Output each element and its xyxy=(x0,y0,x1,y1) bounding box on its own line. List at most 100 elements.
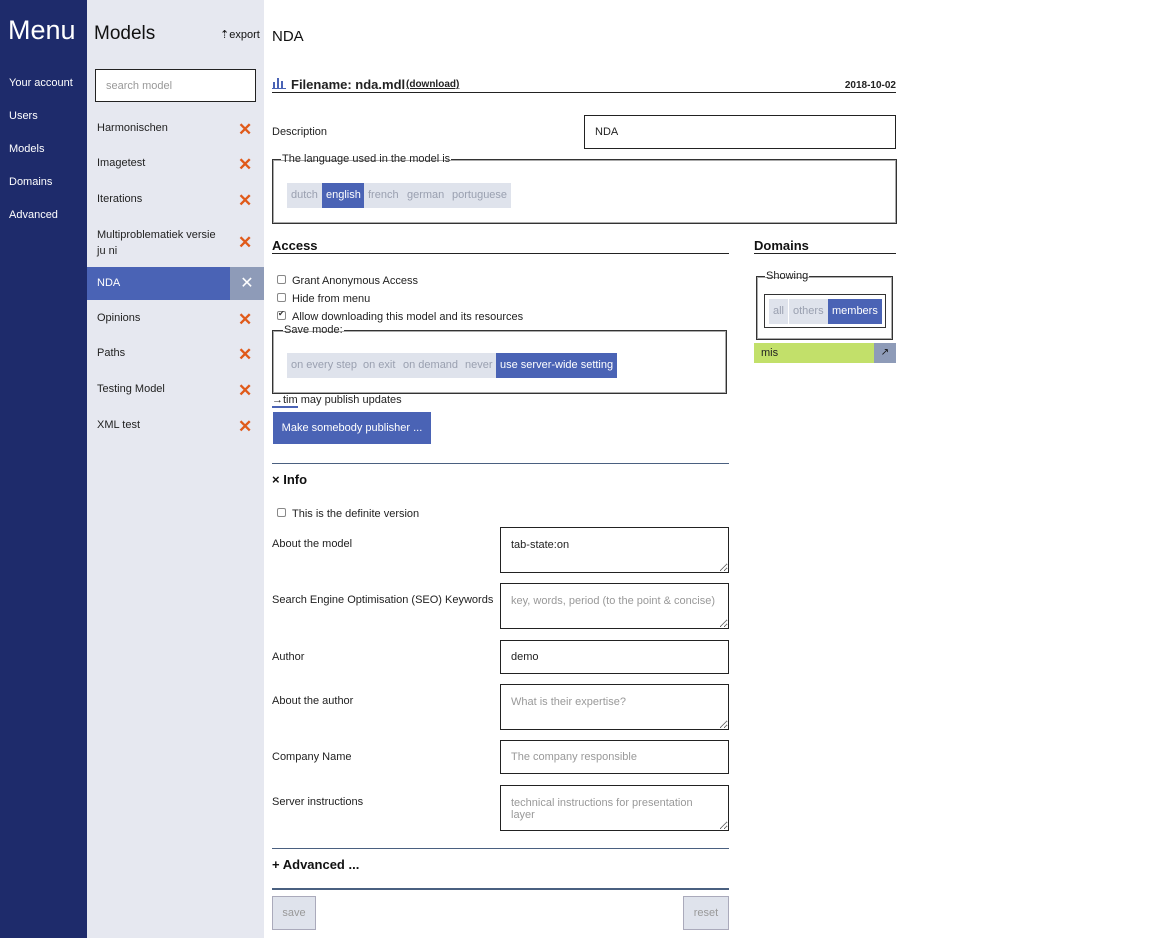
publisher-line: →tim may publish updates xyxy=(272,394,402,408)
anonymous-access-label: Grant Anonymous Access xyxy=(292,275,418,287)
seo-keywords-label: Search Engine Optimisation (SEO) Keyword… xyxy=(272,594,494,606)
access-rule xyxy=(272,253,729,254)
hide-from-menu-checkbox[interactable] xyxy=(277,293,286,302)
model-label: Testing Model xyxy=(97,383,165,395)
menu-item-advanced[interactable]: Advanced xyxy=(9,209,58,221)
advanced-heading: Advanced ... xyxy=(282,857,360,872)
menu-item-models[interactable]: Models xyxy=(9,143,44,155)
model-label: Multiproblematiek versie ju ni xyxy=(97,229,216,257)
domains-showing-legend: Showing xyxy=(766,270,809,282)
hide-from-menu-label: Hide from menu xyxy=(292,293,371,305)
download-link[interactable]: (download) xyxy=(406,79,459,90)
model-label: Harmonischen xyxy=(97,122,168,134)
save-mode-server-wide[interactable]: use server-wide setting xyxy=(496,353,618,378)
export-label: export xyxy=(229,29,260,41)
anonymous-access-checkbox[interactable] xyxy=(277,275,286,284)
menu-item-your-account[interactable]: Your account xyxy=(9,77,73,89)
model-list-item[interactable]: Imagetest ✕ xyxy=(87,155,264,175)
model-label: NDA xyxy=(97,277,121,289)
definite-version-checkbox[interactable] xyxy=(277,508,286,517)
publisher-user-link[interactable]: →tim xyxy=(272,394,298,408)
model-date: 2018-10-02 xyxy=(844,80,896,91)
model-label: XML test xyxy=(97,419,140,431)
author-input[interactable] xyxy=(500,640,729,674)
delete-model-icon[interactable]: ✕ xyxy=(238,234,252,251)
save-mode-never[interactable]: never xyxy=(461,353,497,378)
about-model-label: About the model xyxy=(272,538,353,550)
main-menu: Menu Your account Users Models Domains A… xyxy=(0,0,87,938)
company-name-label: Company Name xyxy=(272,751,352,763)
company-name-input[interactable] xyxy=(500,740,729,774)
model-label: Imagetest xyxy=(97,157,146,169)
language-option-french[interactable]: french xyxy=(364,183,403,208)
delete-model-icon[interactable]: ✕ xyxy=(238,346,252,363)
delete-model-icon[interactable]: ✕ xyxy=(238,311,252,328)
language-legend: The language used in the model is xyxy=(282,153,451,165)
delete-model-icon[interactable]: ✕ xyxy=(238,192,252,209)
model-list-item[interactable]: Paths ✕ xyxy=(87,345,264,365)
make-publisher-button[interactable]: Make somebody publisher ... xyxy=(273,412,431,444)
page-title: NDA xyxy=(272,28,304,45)
server-instructions-textarea[interactable] xyxy=(500,785,729,831)
info-heading: Info xyxy=(283,472,308,487)
footer-rule xyxy=(272,888,729,890)
menu-item-domains[interactable]: Domains xyxy=(9,176,52,188)
delete-model-icon[interactable]: ✕ xyxy=(238,121,252,138)
bar-chart-icon xyxy=(272,78,286,89)
models-panel: Models ⇡export Harmonischen ✕ Imagetest … xyxy=(87,0,264,938)
filename: Filename: nda.mdl xyxy=(291,77,406,92)
definite-version-label: This is the definite version xyxy=(292,508,420,520)
expand-icon: + xyxy=(272,857,280,872)
menu-item-users[interactable]: Users xyxy=(9,110,38,122)
model-list-item[interactable]: Multiproblematiek versie ju ni ✕ xyxy=(87,227,264,261)
language-option-portuguese[interactable]: portuguese xyxy=(448,183,512,208)
collapse-icon: × xyxy=(272,472,280,487)
delete-model-icon[interactable]: ✕ xyxy=(230,267,264,300)
about-author-label: About the author xyxy=(272,695,354,707)
domains-rule xyxy=(754,253,896,254)
model-list-item[interactable]: Testing Model ✕ xyxy=(87,381,264,401)
save-mode-on-every-step[interactable]: on every step xyxy=(287,353,362,378)
about-model-textarea[interactable]: tab-state:on xyxy=(500,527,729,573)
reset-button[interactable]: reset xyxy=(683,896,729,930)
save-mode-on-demand[interactable]: on demand xyxy=(399,353,463,378)
info-rule xyxy=(272,463,729,464)
about-author-textarea[interactable] xyxy=(500,684,729,730)
domain-filter-all[interactable]: all xyxy=(769,299,789,324)
delete-model-icon[interactable]: ✕ xyxy=(238,418,252,435)
language-option-dutch[interactable]: dutch xyxy=(287,183,322,208)
open-domain-icon[interactable]: ↗ xyxy=(874,343,896,363)
model-label: Opinions xyxy=(97,312,141,324)
domain-filter-members[interactable]: members xyxy=(828,299,882,324)
advanced-toggle[interactable]: + Advanced ... xyxy=(272,857,359,872)
export-link[interactable]: ⇡export xyxy=(220,28,260,41)
seo-keywords-textarea[interactable] xyxy=(500,583,729,629)
language-option-english[interactable]: english xyxy=(322,183,365,208)
save-button[interactable]: save xyxy=(272,896,316,930)
info-toggle[interactable]: × Info xyxy=(272,472,307,487)
model-list-item[interactable]: XML test ✕ xyxy=(87,417,264,437)
language-option-german[interactable]: german xyxy=(403,183,449,208)
model-list-item[interactable]: Iterations ✕ xyxy=(87,191,264,211)
description-label: Description xyxy=(272,126,328,138)
search-model-input[interactable] xyxy=(95,69,256,102)
model-list-item-active[interactable]: NDA ✕ xyxy=(87,267,264,300)
advanced-rule xyxy=(272,848,729,849)
domain-entry[interactable]: mis xyxy=(754,343,874,363)
author-label: Author xyxy=(272,651,305,663)
save-mode-legend: Save mode: xyxy=(284,324,343,336)
delete-model-icon[interactable]: ✕ xyxy=(238,156,252,173)
delete-model-icon[interactable]: ✕ xyxy=(238,382,252,399)
menu-title: Menu xyxy=(8,15,76,45)
model-label: Iterations xyxy=(97,193,143,205)
publisher-text: may publish updates xyxy=(300,394,402,406)
domains-heading: Domains xyxy=(754,238,809,253)
model-list-item[interactable]: Opinions ✕ xyxy=(87,310,264,330)
allow-download-label: Allow downloading this model and its res… xyxy=(292,311,524,323)
allow-download-checkbox[interactable] xyxy=(277,309,286,320)
file-header: Filename: nda.mdl (download) 2018-10-02 xyxy=(272,76,896,93)
description-input[interactable] xyxy=(584,115,896,149)
save-mode-on-exit[interactable]: on exit xyxy=(359,353,400,378)
domain-filter-others[interactable]: others xyxy=(789,299,828,324)
model-list-item[interactable]: Harmonischen ✕ xyxy=(87,120,264,140)
